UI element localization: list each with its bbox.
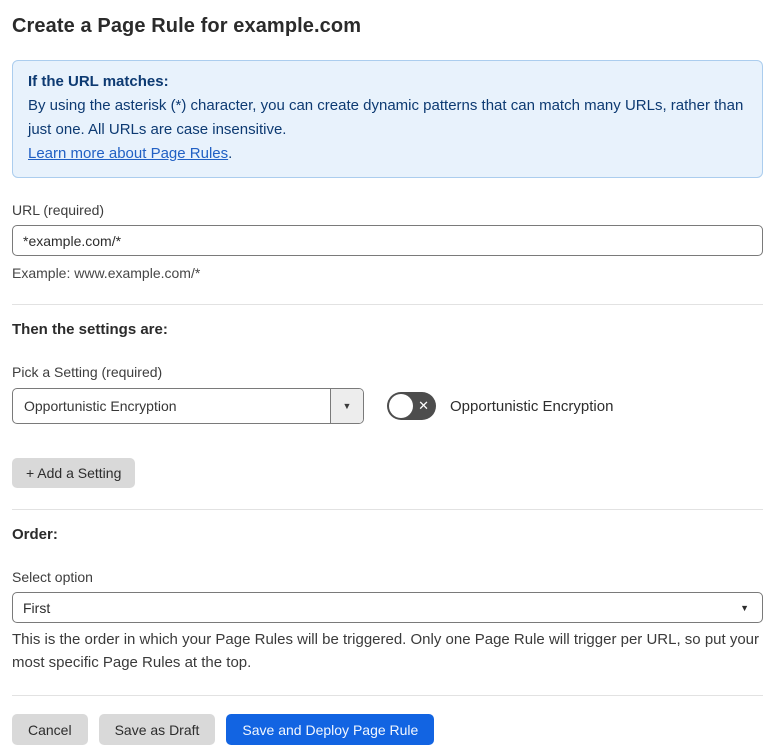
opportunistic-encryption-toggle[interactable]: ✕: [387, 392, 436, 420]
save-as-draft-button[interactable]: Save as Draft: [98, 714, 216, 745]
footer-actions: Cancel Save as Draft Save and Deploy Pag…: [12, 714, 763, 745]
page-rule-form: Create a Page Rule for example.com If th…: [0, 0, 775, 745]
setting-dropdown-arrow-button[interactable]: ▼: [330, 389, 363, 423]
setting-dropdown-value: Opportunistic Encryption: [24, 398, 177, 414]
info-box-body: By using the asterisk (*) character, you…: [28, 97, 744, 138]
learn-more-link[interactable]: Learn more about Page Rules: [28, 145, 228, 162]
add-setting-button[interactable]: + Add a Setting: [12, 458, 136, 488]
save-and-deploy-button[interactable]: Save and Deploy Page Rule: [226, 714, 435, 745]
order-select-value: First: [23, 599, 51, 616]
url-input[interactable]: [12, 225, 763, 256]
cancel-button[interactable]: Cancel: [12, 714, 88, 745]
setting-dropdown[interactable]: Opportunistic Encryption ▼: [12, 388, 364, 424]
url-matches-info-box: If the URL matches: By using the asteris…: [12, 60, 763, 178]
order-section-heading: Order:: [12, 526, 58, 543]
order-select-label: Select option: [12, 569, 93, 585]
divider: [12, 695, 763, 696]
x-icon: ✕: [418, 398, 429, 414]
url-field-label: URL (required): [12, 202, 105, 218]
setting-controls-row: Opportunistic Encryption ▼ ✕ Opportunist…: [12, 388, 763, 424]
divider: [12, 304, 763, 305]
toggle-label: Opportunistic Encryption: [450, 397, 614, 415]
order-helper-text: This is the order in which your Page Rul…: [12, 631, 760, 671]
url-example-helper: Example: www.example.com/*: [12, 265, 201, 281]
caret-down-icon: ▼: [740, 602, 749, 613]
toggle-knob: [389, 394, 413, 418]
settings-section-heading: Then the settings are:: [12, 321, 168, 338]
divider: [12, 509, 763, 510]
order-select[interactable]: First ▼: [12, 592, 763, 623]
link-period: .: [228, 145, 233, 162]
info-box-link-line: Learn more about Page Rules.: [28, 142, 747, 166]
chevron-down-icon: ▼: [342, 401, 352, 411]
pick-setting-label: Pick a Setting (required): [12, 364, 163, 380]
info-box-heading: If the URL matches:: [28, 73, 169, 90]
page-title: Create a Page Rule for example.com: [12, 15, 362, 37]
